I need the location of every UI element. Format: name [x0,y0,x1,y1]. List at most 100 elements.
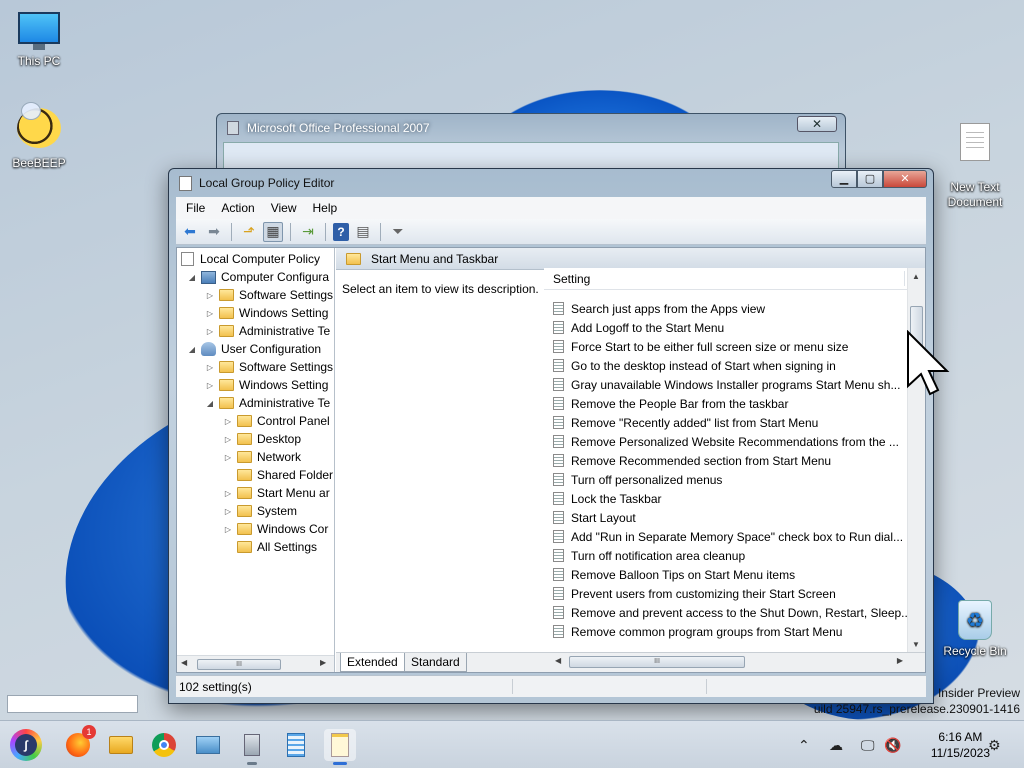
maximize-button[interactable]: ▢ [857,170,883,188]
setting-row[interactable]: Start Layout [544,508,907,527]
up-folder-icon[interactable]: ⬏ [239,222,259,242]
expand-icon[interactable]: ▷ [205,363,215,372]
chrome-icon[interactable] [148,729,180,761]
expand-icon[interactable]: ▷ [223,435,233,444]
setting-row[interactable]: Add Logoff to the Start Menu [544,318,907,337]
tree-item[interactable]: All Settings [223,538,317,556]
desktop-icon-this-pc[interactable]: This PC [3,12,75,68]
firefox-icon[interactable]: 1 [62,725,96,761]
filter-icon[interactable]: ⏷ [388,222,408,242]
expand-icon[interactable]: ▷ [223,489,233,498]
tab-standard[interactable]: Standard [404,653,467,672]
setting-row[interactable]: Search just apps from the Apps view [544,299,907,318]
setting-row[interactable]: Go to the desktop instead of Start when … [544,356,907,375]
office-window[interactable]: Microsoft Office Professional 2007 ✕ [216,113,846,173]
menu-action[interactable]: Action [213,201,262,215]
office-close-button[interactable]: ✕ [797,116,837,132]
settings-vertical-scrollbar[interactable]: ▲ ▼ [907,268,925,652]
notepad-icon[interactable] [280,729,312,761]
back-arrow-icon[interactable]: ⬅ [180,222,200,242]
scroll-right-icon[interactable]: ▶ [897,656,903,665]
scroll-right-icon[interactable]: ▶ [320,658,326,667]
show-hide-tree-icon[interactable]: ▦ [263,221,283,242]
gpe-window[interactable]: Local Group Policy Editor ▁ ▢ ✕ File Act… [168,168,934,704]
expand-icon[interactable]: ▷ [205,309,215,318]
file-explorer-icon[interactable] [105,729,137,761]
help-icon[interactable]: ? [333,222,349,241]
setting-row[interactable]: Remove and prevent access to the Shut Do… [544,603,907,622]
tree-item[interactable]: ▷ Software Settings [205,286,333,304]
scroll-left-icon[interactable]: ◀ [555,656,561,665]
setting-row[interactable]: Remove Recommended section from Start Me… [544,451,907,470]
scroll-thumb[interactable]: III [569,656,745,668]
menu-file[interactable]: File [178,201,213,215]
scroll-up-icon[interactable]: ▲ [912,272,920,281]
collapse-icon[interactable]: ◢ [187,345,197,354]
notification-center-icon[interactable]: ⚙ [988,721,1001,768]
network-icon[interactable]: 🖵 [861,721,875,768]
menu-view[interactable]: View [263,201,305,215]
setting-row[interactable]: Prevent users from customizing their Sta… [544,584,907,603]
collapse-icon[interactable]: ◢ [187,273,197,282]
scroll-left-icon[interactable]: ◀ [181,658,187,667]
minimize-button[interactable]: ▁ [831,170,857,188]
settings-horizontal-scrollbar[interactable]: ◀ III ▶ [551,654,907,670]
close-button[interactable]: ✕ [883,170,927,188]
scroll-down-icon[interactable]: ▼ [912,640,920,649]
tree-item[interactable]: ◢ Administrative Te [205,394,330,412]
photo-viewer-icon[interactable] [192,729,224,761]
setting-row[interactable]: Remove common program groups from Start … [544,622,907,641]
desktop-icon-new-text-document[interactable]: New Text Document [939,108,1011,225]
tree-item[interactable]: ▷ Administrative Te [205,322,330,340]
setting-row[interactable]: Turn off notification area cleanup [544,546,907,565]
cloud-offline-icon[interactable]: ☁ [829,721,843,768]
tab-extended[interactable]: Extended [340,653,405,672]
tree-item[interactable]: ▷ Windows Setting [205,376,328,394]
setting-column-header[interactable]: Setting [544,268,907,290]
expand-icon[interactable]: ▷ [223,525,233,534]
tree-item[interactable]: Local Computer Policy [181,250,320,268]
tree-item[interactable]: ▷ Windows Cor [223,520,328,538]
setting-row[interactable]: Add "Run in Separate Memory Space" check… [544,527,907,546]
expand-icon[interactable]: ▷ [223,417,233,426]
expand-icon[interactable]: ▷ [205,381,215,390]
taskbar-clock[interactable]: 6:16 AM 11/15/2023 [931,729,990,761]
tree-horizontal-scrollbar[interactable]: ◀ III ▶ [177,655,334,672]
tree-item[interactable]: ▷ Network [223,448,301,466]
tree-item[interactable]: ▷ Windows Setting [205,304,328,322]
text-document-taskbar-icon[interactable] [324,729,356,765]
scroll-thumb[interactable]: III [197,659,281,670]
tree-item[interactable]: Shared Folder [223,466,333,484]
expand-icon[interactable]: ▷ [205,327,215,336]
tree-item[interactable]: ▷ System [223,502,297,520]
setting-row[interactable]: Turn off personalized menus [544,470,907,489]
tree-item[interactable]: ▷ Control Panel [223,412,330,430]
floating-input-box[interactable] [7,695,138,713]
forward-arrow-icon[interactable]: ➡ [204,222,224,242]
tree-item[interactable]: ◢ User Configuration [187,340,321,358]
setting-row[interactable]: Gray unavailable Windows Installer progr… [544,375,907,394]
volume-muted-icon[interactable]: 🔇 [884,721,901,768]
setting-row[interactable]: Force Start to be either full screen siz… [544,337,907,356]
expand-icon[interactable]: ▷ [223,453,233,462]
tree-item[interactable]: ◢ Computer Configura [187,268,329,286]
export-list-icon[interactable]: ⇥ [298,222,318,242]
desktop-icon-beebeep[interactable]: BeeBEEP [3,102,75,170]
setting-row[interactable]: Remove the People Bar from the taskbar [544,394,907,413]
properties-icon[interactable]: ▤ [353,222,373,242]
show-hidden-icons[interactable]: ⌃ [798,721,810,768]
group-policy-app-icon[interactable] [236,729,268,765]
setting-row[interactable]: Lock the Taskbar [544,489,907,508]
tree-item[interactable]: ▷ Software Settings [205,358,333,376]
setting-row[interactable]: Remove Personalized Website Recommendati… [544,432,907,451]
start-orb-icon[interactable]: ∫ [10,729,42,761]
expand-icon[interactable]: ▷ [205,291,215,300]
expand-icon[interactable]: ▷ [223,507,233,516]
setting-row[interactable]: Remove Balloon Tips on Start Menu items [544,565,907,584]
collapse-icon[interactable]: ◢ [205,399,215,408]
tree-item[interactable]: ▷ Desktop [223,430,301,448]
menu-help[interactable]: Help [305,201,346,215]
setting-row[interactable]: Remove "Recently added" list from Start … [544,413,907,432]
desktop-icon-recycle-bin[interactable]: ♻ Recycle Bin [939,600,1011,658]
tree-item[interactable]: ▷ Start Menu ar [223,484,330,502]
